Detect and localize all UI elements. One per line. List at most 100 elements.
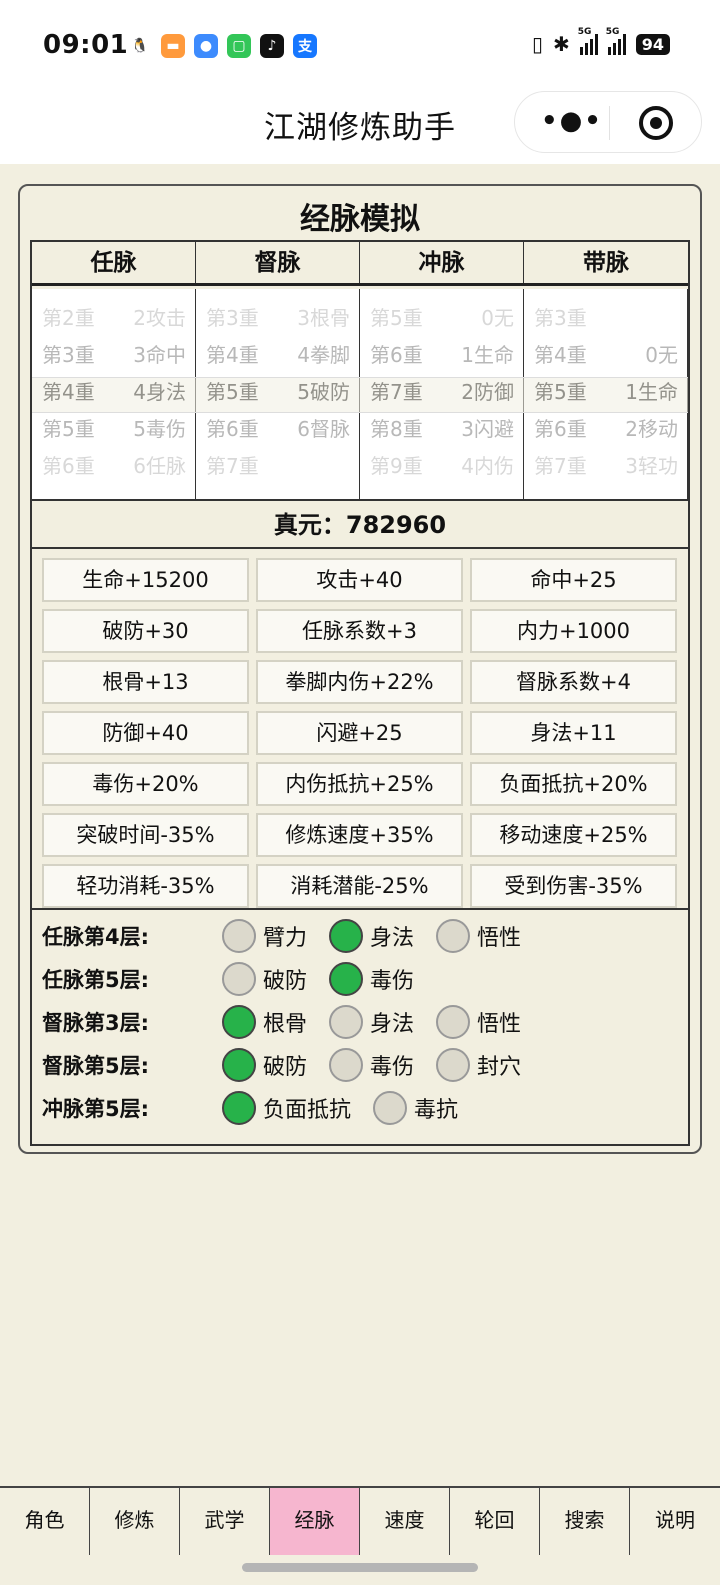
stat-cell: 生命+15200 <box>42 558 249 602</box>
stat-cell: 攻击+40 <box>256 558 463 602</box>
stat-cell: 修炼速度+35% <box>256 813 463 857</box>
node-option[interactable]: 封穴 <box>436 1047 521 1083</box>
stat-cell: 任脉系数+3 <box>256 609 463 653</box>
picker-row[interactable]: 第6重 2移动 <box>524 411 687 448</box>
node-option[interactable]: 根骨 <box>222 1004 307 1040</box>
node-option-label: 毒伤 <box>370 1055 415 1080</box>
node-option-label: 悟性 <box>477 926 522 951</box>
radio-unchecked-icon[interactable] <box>373 1091 407 1125</box>
picker-option: 1生命 <box>461 343 514 367</box>
tab-0[interactable]: 角色 <box>0 1488 90 1555</box>
node-option[interactable]: 负面抵抗 <box>222 1090 351 1126</box>
more-icon[interactable]: •●• <box>541 106 603 136</box>
radio-unchecked-icon[interactable] <box>436 919 470 953</box>
close-miniprogram-icon[interactable] <box>639 106 673 140</box>
tab-1[interactable]: 修炼 <box>90 1488 180 1555</box>
picker-row[interactable]: 第6重 6督脉 <box>196 411 359 448</box>
tab-4[interactable]: 速度 <box>360 1488 450 1555</box>
stat-cell: 拳脚内伤+22% <box>256 660 463 704</box>
node-option-label: 负面抵抗 <box>263 1098 352 1123</box>
picker-row[interactable]: 第7重 3轻功 <box>524 448 687 485</box>
picker-level: 第4重 <box>42 380 95 404</box>
zhenyuan-total: 真元：782960 <box>32 499 688 549</box>
radio-unchecked-icon[interactable] <box>329 1005 363 1039</box>
messages-icon: ▢ <box>227 34 251 58</box>
picker-option: 3命中 <box>133 343 186 367</box>
picker-row[interactable]: 第6重 1生命 <box>360 337 523 374</box>
picker-row[interactable]: 第3重 <box>524 300 687 337</box>
node-option[interactable]: 身法 <box>329 1004 414 1040</box>
vibrate-icon: ▯ <box>531 32 543 56</box>
stat-cell: 受到伤害-35% <box>470 864 677 908</box>
tab-7[interactable]: 说明 <box>630 1488 720 1555</box>
picker-row[interactable]: 第4重 4拳脚 <box>196 337 359 374</box>
radio-checked-icon[interactable] <box>222 1048 256 1082</box>
picker-selected-row[interactable]: 第5重 1生命 <box>524 374 687 411</box>
picker-row[interactable]: 第8重 3闪避 <box>360 411 523 448</box>
picker-option: 2攻击 <box>133 306 186 330</box>
picker-row[interactable]: 第7重 <box>196 448 359 485</box>
node-label: 冲脉第5层: <box>42 1097 150 1121</box>
node-option-label: 悟性 <box>477 1012 522 1037</box>
node-option[interactable]: 毒抗 <box>373 1090 458 1126</box>
node-option[interactable]: 破防 <box>222 961 307 997</box>
picker-option: 2移动 <box>625 417 678 441</box>
tab-3[interactable]: 经脉 <box>270 1488 360 1555</box>
picker-level: 第2重 <box>42 306 95 330</box>
radio-checked-icon[interactable] <box>329 919 363 953</box>
picker-level: 第5重 <box>42 417 95 441</box>
radio-unchecked-icon[interactable] <box>222 962 256 996</box>
node-option[interactable]: 悟性 <box>436 918 521 954</box>
node-option[interactable]: 身法 <box>329 918 414 954</box>
picker-option: 0无 <box>645 343 678 367</box>
stat-cell: 内力+1000 <box>470 609 677 653</box>
stat-cell: 内伤抵抗+25% <box>256 762 463 806</box>
stat-cell: 身法+11 <box>470 711 677 755</box>
picker-row[interactable]: 第5重 5毒伤 <box>32 411 195 448</box>
tab-2[interactable]: 武学 <box>180 1488 270 1555</box>
picker-row[interactable]: 第3重 3命中 <box>32 337 195 374</box>
battery-icon: 94 <box>635 33 670 55</box>
node-option[interactable]: 悟性 <box>436 1004 521 1040</box>
picker-level: 第3重 <box>534 306 587 330</box>
picker-level: 第6重 <box>206 417 259 441</box>
radio-checked-icon[interactable] <box>222 1091 256 1125</box>
picker-level: 第7重 <box>206 454 259 478</box>
node-row: 任脉第5层: 破防 毒伤 <box>42 957 682 1000</box>
capsule-divider <box>609 106 610 140</box>
tab-6[interactable]: 搜索 <box>540 1488 630 1555</box>
picker-level: 第6重 <box>42 454 95 478</box>
radio-checked-icon[interactable] <box>329 962 363 996</box>
panel-title: 经脉模拟 <box>300 202 420 237</box>
node-option[interactable]: 毒伤 <box>329 961 414 997</box>
picker-row[interactable]: 第6重 6任脉 <box>32 448 195 485</box>
radio-unchecked-icon[interactable] <box>436 1048 470 1082</box>
picker-row[interactable]: 第5重 0无 <box>360 300 523 337</box>
picker-selected-row[interactable]: 第4重 4身法 <box>32 374 195 411</box>
picker-selected-row[interactable]: 第5重 5破防 <box>196 374 359 411</box>
picker-column-0[interactable]: 第2重 2攻击第3重 3命中 第4重 4身法 第5重 5毒伤 第6重 6任脉 <box>32 289 196 499</box>
radio-unchecked-icon[interactable] <box>329 1048 363 1082</box>
picker-wheels: 第2重 2攻击 第3重 3命中 第4重 4身法 第5重 5毒伤 第6重 6任脉 第3重 3根骨 第4重 4… <box>32 289 688 499</box>
picker-option: 3轻功 <box>625 454 678 478</box>
picker-option: 3闪避 <box>461 417 514 441</box>
radio-unchecked-icon[interactable] <box>436 1005 470 1039</box>
radio-unchecked-icon[interactable] <box>222 919 256 953</box>
node-option[interactable]: 毒伤 <box>329 1047 414 1083</box>
meridian-grid: 任脉 督脉 冲脉 带脉 第2重 2攻击 第3重 3命中 第4重 4身法 第5重 5毒伤 第6重 6… <box>30 240 690 1146</box>
node-option-label: 封穴 <box>477 1055 522 1080</box>
picker-row[interactable]: 第9重 4内伤 <box>360 448 523 485</box>
picker-column-2[interactable]: 第5重 0无 第6重 1生命 第7重 2防御 第8重 3闪避 第9重 4内伤 <box>360 289 524 499</box>
node-option[interactable]: 臂力 <box>222 918 307 954</box>
picker-row[interactable]: 第2重 2攻击 <box>32 300 195 337</box>
radio-checked-icon[interactable] <box>222 1005 256 1039</box>
picker-selected-row[interactable]: 第7重 2防御 <box>360 374 523 411</box>
picker-column-1[interactable]: 第3重 3根骨 第4重 4拳脚 第5重 5破防 第6重 6督脉第7重 <box>196 289 360 499</box>
node-option-label: 身法 <box>370 926 415 951</box>
picker-row[interactable]: 第4重 0无 <box>524 337 687 374</box>
node-option[interactable]: 破防 <box>222 1047 307 1083</box>
picker-column-3[interactable]: 第3重第4重 0无 第5重 1生命 第6重 2移动 第7重 3轻功 <box>524 289 688 499</box>
picker-row[interactable]: 第3重 3根骨 <box>196 300 359 337</box>
wallet-icon: ▬ <box>161 34 185 58</box>
tab-5[interactable]: 轮回 <box>450 1488 540 1555</box>
